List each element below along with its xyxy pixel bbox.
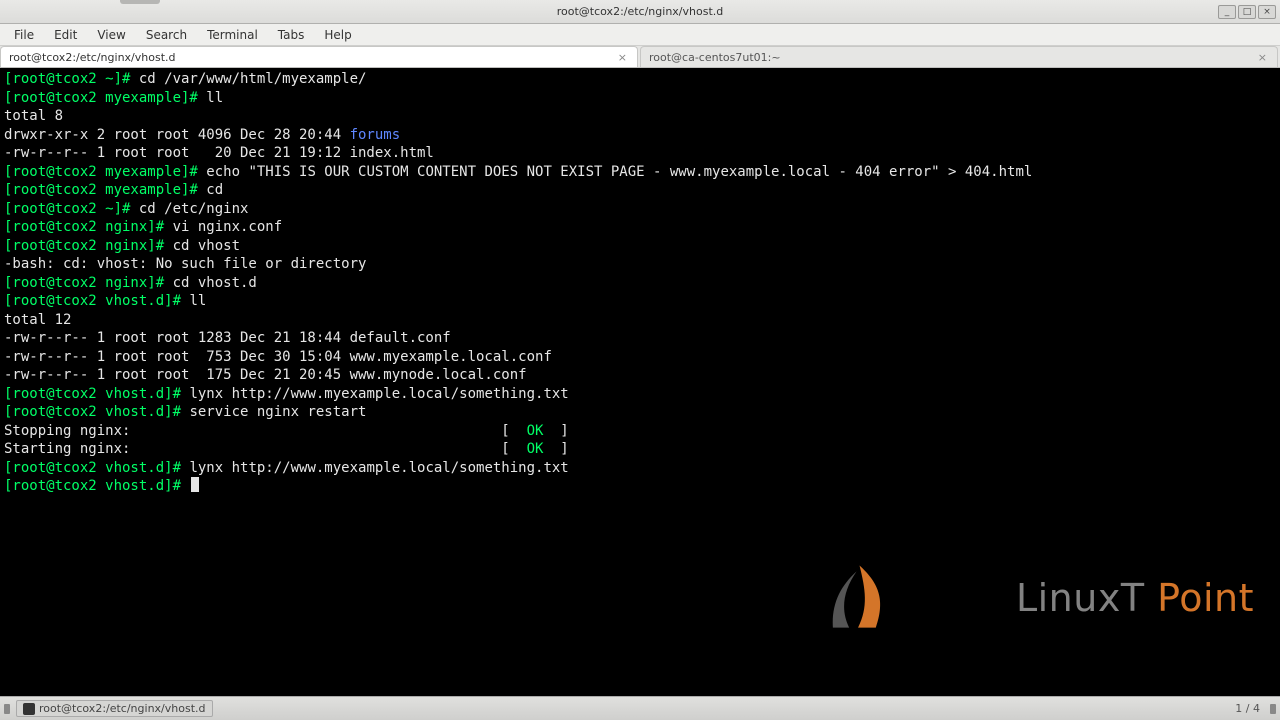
menu-file[interactable]: File: [4, 26, 44, 44]
tab-bar: root@tcox2:/etc/nginx/vhost.d×root@ca-ce…: [0, 46, 1280, 68]
terminal-line: [root@tcox2 myexample]# echo "THIS IS OU…: [4, 163, 1276, 182]
menu-search[interactable]: Search: [136, 26, 197, 44]
workspace-pager[interactable]: 1 / 4: [1235, 702, 1260, 715]
maximize-button[interactable]: □: [1238, 5, 1256, 19]
terminal-line: [root@tcox2 nginx]# cd vhost: [4, 237, 1276, 256]
terminal-line: Stopping nginx: [ OK ]: [4, 422, 1276, 441]
terminal-line: -rw-r--r-- 1 root root 753 Dec 30 15:04 …: [4, 348, 1276, 367]
terminal-line: [root@tcox2 ~]# cd /var/www/html/myexamp…: [4, 70, 1276, 89]
terminal-line: [root@tcox2 ~]# cd /etc/nginx: [4, 200, 1276, 219]
menu-terminal[interactable]: Terminal: [197, 26, 268, 44]
flame-icon: [819, 561, 903, 635]
taskbar-app-button[interactable]: root@tcox2:/etc/nginx/vhost.d: [16, 700, 213, 717]
menu-view[interactable]: View: [87, 26, 135, 44]
minimize-button[interactable]: _: [1218, 5, 1236, 19]
tray-icon[interactable]: [1270, 704, 1276, 714]
terminal-line: [root@tcox2 vhost.d]#: [4, 477, 1276, 496]
terminal-tab-0[interactable]: root@tcox2:/etc/nginx/vhost.d ×: [0, 46, 638, 67]
show-desktop-icon[interactable]: [4, 704, 10, 714]
terminal-line: [root@tcox2 vhost.d]# service nginx rest…: [4, 403, 1276, 422]
terminal-line: -bash: cd: vhost: No such file or direct…: [4, 255, 1276, 274]
terminal-line: [root@tcox2 vhost.d]# lynx http://www.my…: [4, 385, 1276, 404]
taskbar-app-label: root@tcox2:/etc/nginx/vhost.d: [39, 702, 206, 715]
menu-tabs[interactable]: Tabs: [268, 26, 315, 44]
terminal-cursor: [191, 477, 199, 492]
menubar: FileEditViewSearchTerminalTabsHelp: [0, 24, 1280, 46]
watermark-text-b: Point: [1157, 576, 1254, 620]
terminal-tab-1[interactable]: root@ca-centos7ut01:~ ×: [640, 46, 1278, 67]
terminal-line: -rw-r--r-- 1 root root 175 Dec 21 20:45 …: [4, 366, 1276, 385]
watermark-text-a: LinuxT: [1016, 576, 1157, 620]
terminal-line: total 12: [4, 311, 1276, 330]
window-title: root@tcox2:/etc/nginx/vhost.d: [0, 5, 1280, 18]
terminal-line: drwxr-xr-x 2 root root 4096 Dec 28 20:44…: [4, 126, 1276, 145]
taskbar: root@tcox2:/etc/nginx/vhost.d 1 / 4: [0, 696, 1280, 720]
tab-label: root@ca-centos7ut01:~: [649, 51, 781, 64]
terminal-line: [root@tcox2 nginx]# vi nginx.conf: [4, 218, 1276, 237]
terminal-icon: [23, 703, 35, 715]
terminal-line: [root@tcox2 myexample]# cd: [4, 181, 1276, 200]
tab-label: root@tcox2:/etc/nginx/vhost.d: [9, 51, 176, 64]
terminal-line: -rw-r--r-- 1 root root 20 Dec 21 19:12 i…: [4, 144, 1276, 163]
close-button[interactable]: ×: [1258, 5, 1276, 19]
terminal-line: [root@tcox2 myexample]# ll: [4, 89, 1276, 108]
terminal-line: -rw-r--r-- 1 root root 1283 Dec 21 18:44…: [4, 329, 1276, 348]
menu-edit[interactable]: Edit: [44, 26, 87, 44]
terminal-line: total 8: [4, 107, 1276, 126]
window-titlebar: root@tcox2:/etc/nginx/vhost.d _ □ ×: [0, 0, 1280, 24]
menu-help[interactable]: Help: [314, 26, 361, 44]
tab-close-icon[interactable]: ×: [616, 51, 629, 64]
terminal-line: [root@tcox2 vhost.d]# ll: [4, 292, 1276, 311]
drag-handle[interactable]: [120, 0, 160, 4]
terminal-line: [root@tcox2 nginx]# cd vhost.d: [4, 274, 1276, 293]
tab-close-icon[interactable]: ×: [1256, 51, 1269, 64]
terminal-line: Starting nginx: [ OK ]: [4, 440, 1276, 459]
terminal-line: [root@tcox2 vhost.d]# lynx http://www.my…: [4, 459, 1276, 478]
watermark-logo: LinuxT Point: [819, 560, 1254, 636]
terminal-output[interactable]: [root@tcox2 ~]# cd /var/www/html/myexamp…: [0, 68, 1280, 696]
